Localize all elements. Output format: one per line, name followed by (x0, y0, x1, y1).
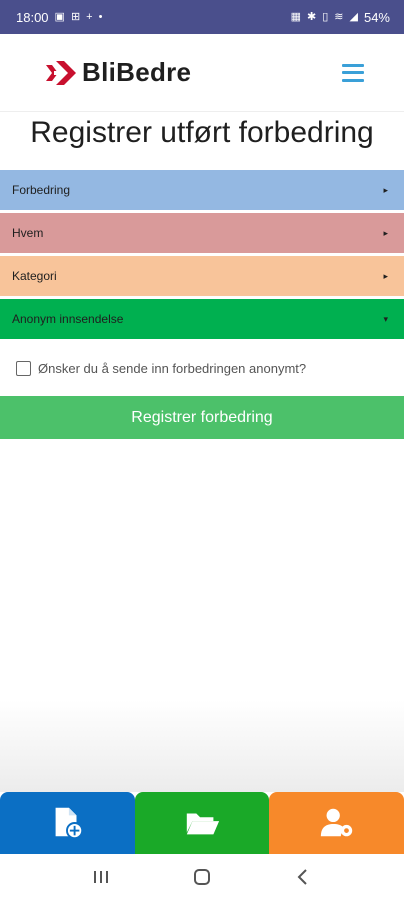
caret-down-icon: ▾ (383, 313, 388, 324)
caret-right-icon: ▸ (383, 270, 388, 281)
status-time: 18:00 (16, 9, 49, 25)
app-header: BliBedre (0, 34, 404, 112)
accordion-label: Forbedring (12, 183, 71, 197)
logo-text: BliBedre (82, 57, 192, 87)
accordion-forbedring[interactable]: Forbedring ▸ (0, 170, 404, 210)
accordion-hvem[interactable]: Hvem ▸ (0, 213, 404, 253)
accordion-label: Anonym innsendelse (12, 312, 124, 326)
vibrate-icon: ▯ (322, 10, 329, 23)
plus-icon: + (86, 10, 93, 23)
register-improvement-button[interactable]: Registrer forbedring (0, 396, 404, 439)
tab-user-settings[interactable] (269, 792, 404, 854)
anonymous-question: Ønsker du å sende inn forbedringen anony… (38, 360, 307, 376)
nfc-icon: ▦ (290, 10, 301, 23)
bottom-shade (0, 700, 404, 792)
accordion-anonym-innsendelse[interactable]: Anonym innsendelse ▾ (0, 299, 404, 339)
anonymous-checkbox[interactable] (16, 360, 31, 376)
anonymous-option: Ønsker du å sende inn forbedringen anony… (16, 357, 396, 379)
wifi-icon: ≋ (334, 10, 344, 23)
status-bar-right: ▦ ✱ ▯ ≋ ◢ 54% (291, 10, 390, 25)
form-accordion: Forbedring ▸ Hvem ▸ Kategori ▸ Anonym in… (0, 170, 404, 342)
home-icon[interactable] (182, 862, 222, 892)
open-folder-icon (186, 813, 220, 835)
tab-open-folder[interactable] (134, 792, 270, 854)
dot-icon: • (98, 10, 103, 23)
signal-icon: ◢ (349, 10, 358, 23)
status-bar: 18:00 ▣ ⊞ + • ▦ ✱ ▯ ≋ ◢ 54% (0, 0, 404, 34)
back-icon[interactable] (283, 862, 323, 892)
accordion-kategori[interactable]: Kategori ▸ (0, 256, 404, 296)
caret-right-icon: ▸ (383, 184, 388, 195)
new-document-icon (55, 807, 84, 840)
gallery-icon: ▣ (54, 10, 65, 23)
tab-new-improvement[interactable] (0, 792, 135, 854)
page-title: Registrer utført forbedring (30, 116, 374, 149)
sim-icon: ⊞ (70, 10, 81, 23)
logo[interactable]: BliBedre (44, 57, 191, 88)
user-settings-icon (320, 808, 352, 837)
battery-level: 54% (363, 9, 390, 25)
hamburger-icon[interactable] (342, 63, 364, 82)
caret-right-icon: ▸ (383, 227, 388, 238)
accordion-label: Hvem (12, 226, 44, 240)
recent-apps-icon[interactable] (81, 862, 121, 892)
system-nav (0, 854, 404, 900)
bluetooth-icon: ✱ (307, 10, 317, 23)
accordion-label: Kategori (12, 269, 57, 283)
logo-chevron-icon (46, 60, 76, 85)
bottom-nav (0, 792, 404, 854)
status-bar-left: 18:00 ▣ ⊞ + • (16, 10, 102, 25)
